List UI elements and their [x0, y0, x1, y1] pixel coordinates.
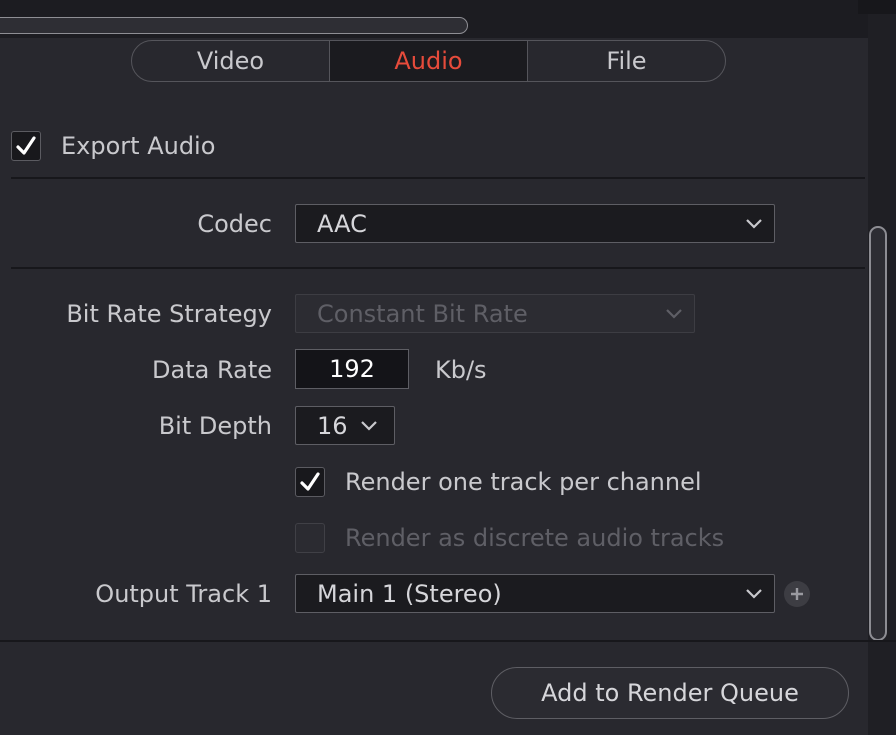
render-discrete-label: Render as discrete audio tracks	[345, 524, 725, 552]
bit-rate-strategy-value: Constant Bit Rate	[317, 299, 528, 328]
panel-corner	[858, 0, 896, 14]
add-output-track-button[interactable]	[784, 581, 810, 607]
bit-depth-label: Bit Depth	[158, 412, 272, 440]
bit-depth-dropdown[interactable]: 16	[295, 406, 395, 445]
bit-rate-strategy-dropdown: Constant Bit Rate	[295, 294, 695, 333]
export-audio-checkbox[interactable]	[11, 131, 41, 161]
section-divider	[11, 177, 865, 179]
output-track-value: Main 1 (Stereo)	[317, 579, 502, 608]
render-one-track-checkbox[interactable]	[295, 467, 325, 497]
codec-dropdown[interactable]: AAC	[295, 204, 775, 243]
codec-value: AAC	[317, 209, 367, 238]
footer-divider	[0, 640, 896, 642]
chevron-down-icon	[360, 420, 394, 432]
render-one-track-label: Render one track per channel	[345, 468, 702, 496]
horizontal-scrollbar[interactable]	[0, 17, 468, 34]
section-divider	[11, 267, 865, 269]
tab-audio[interactable]: Audio	[329, 41, 528, 81]
output-track-dropdown[interactable]: Main 1 (Stereo)	[295, 574, 775, 613]
codec-label: Codec	[197, 210, 272, 238]
plus-icon	[791, 588, 803, 600]
add-to-render-queue-button[interactable]: Add to Render Queue	[491, 667, 849, 719]
checkmark-icon	[16, 136, 36, 155]
render-settings-tabs: Video Audio File	[131, 40, 726, 82]
vertical-scrollbar[interactable]	[869, 226, 887, 641]
data-rate-unit: Kb/s	[435, 356, 487, 384]
bit-depth-value: 16	[317, 411, 348, 440]
export-audio-label: Export Audio	[61, 132, 216, 160]
bit-rate-strategy-label: Bit Rate Strategy	[66, 300, 272, 328]
tab-file[interactable]: File	[528, 41, 725, 81]
render-discrete-checkbox	[295, 523, 325, 553]
data-rate-input[interactable]: 192	[295, 349, 409, 389]
output-track-label: Output Track 1	[95, 580, 272, 608]
chevron-down-icon	[734, 588, 774, 600]
checkmark-icon	[300, 472, 320, 491]
data-rate-label: Data Rate	[152, 356, 272, 384]
tab-video[interactable]: Video	[132, 41, 329, 81]
chevron-down-icon	[734, 218, 774, 230]
chevron-down-icon	[654, 308, 694, 320]
